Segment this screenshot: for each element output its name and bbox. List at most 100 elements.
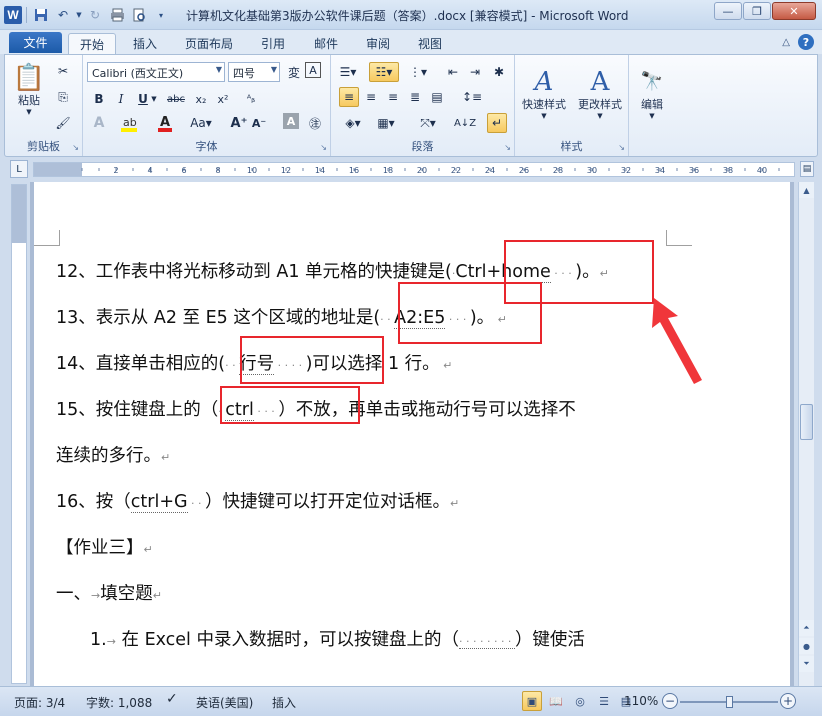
italic-icon[interactable]: I	[111, 89, 131, 109]
font-size-combo[interactable]: 四号 ▼	[228, 62, 280, 82]
sort-icon[interactable]: A↓Z	[454, 113, 476, 133]
minimize-icon[interactable]: —	[714, 2, 742, 20]
view-ruler-icon[interactable]: ▤	[800, 161, 814, 177]
close-icon[interactable]: ✕	[772, 2, 816, 20]
font-color-icon[interactable]: A	[155, 113, 175, 133]
zoom-slider[interactable]	[680, 696, 778, 708]
ruler-number: 22	[451, 166, 461, 175]
strikethrough-icon[interactable]: abc	[163, 89, 189, 109]
paste-button[interactable]: 📋 粘贴 ▼	[11, 59, 47, 121]
vertical-scrollbar[interactable]: ▲ ⏶ ● ⏷	[798, 182, 814, 686]
show-formatting-marks-icon[interactable]: ↵	[487, 113, 507, 133]
grow-font-icon[interactable]: A⁺	[229, 113, 249, 133]
word-logo-icon[interactable]: W	[4, 6, 22, 24]
text-effects-icon[interactable]: A	[89, 113, 109, 133]
editing-button[interactable]: 🔭 编辑 ▼	[633, 59, 671, 129]
tab-page-layout[interactable]: 页面布局	[177, 33, 241, 54]
vertical-ruler[interactable]	[11, 184, 27, 684]
word-count[interactable]: 字数: 1,088	[86, 694, 152, 711]
doc-line[interactable]: 【作业三】↵	[56, 534, 153, 559]
web-layout-icon[interactable]: ◎	[570, 691, 590, 711]
tab-references[interactable]: 引用	[251, 33, 295, 54]
shrink-font-icon[interactable]: A⁻	[249, 113, 269, 133]
minimize-ribbon-icon[interactable]: △	[782, 37, 790, 48]
help-icon[interactable]: ?	[798, 34, 814, 50]
superscript-icon[interactable]: x²	[213, 89, 233, 109]
clipboard-launcher-icon[interactable]: ↘	[72, 143, 79, 152]
font-launcher-icon[interactable]: ↘	[320, 143, 327, 152]
format-painter-icon[interactable]: 🖌	[53, 113, 73, 133]
scroll-thumb[interactable]	[800, 404, 813, 440]
customize-qat-icon[interactable]: ▾	[151, 5, 171, 25]
justify-icon[interactable]: ≣	[405, 87, 425, 107]
cut-icon[interactable]: ✂	[53, 61, 73, 81]
character-shading-icon[interactable]: A	[283, 113, 299, 129]
clear-formatting-icon[interactable]: ᴬᵦ	[241, 89, 261, 109]
outline-view-icon[interactable]: ☰	[594, 691, 614, 711]
tab-view[interactable]: 视图	[408, 33, 452, 54]
doc-line[interactable]: 16、按（ctrl+G · · ）快捷键可以打开定位对话框。↵	[56, 488, 459, 513]
zoom-level[interactable]: 110%	[624, 694, 658, 708]
zoom-slider-thumb[interactable]	[726, 696, 734, 708]
print-icon[interactable]	[107, 5, 127, 25]
undo-dropdown-icon[interactable]: ▼	[75, 5, 83, 25]
tab-home[interactable]: 开始	[68, 33, 116, 54]
chinese-layout-icon[interactable]: ✱	[489, 62, 509, 82]
browse-object-icon[interactable]: ●	[799, 638, 814, 654]
document-page[interactable]: 12、工作表中将光标移动到 A1 单元格的快捷键是(·Ctrl+home · ·…	[34, 182, 790, 686]
decrease-indent-icon[interactable]: ⇤	[443, 62, 463, 82]
horizontal-ruler[interactable]: 2 4 6 8 10 12 14 16 18 20 22 24 26 28 30 32 34 36 38 40	[33, 162, 795, 177]
previous-page-icon[interactable]: ⏶	[799, 620, 814, 636]
line-spacing-icon[interactable]: ↕≡	[459, 87, 485, 107]
align-right-icon[interactable]: ≡	[383, 87, 403, 107]
print-layout-view-icon[interactable]: ▣	[522, 691, 542, 711]
language-indicator[interactable]: 英语(美国)	[196, 694, 253, 711]
proofing-icon[interactable]: ✓	[166, 691, 178, 707]
restore-icon[interactable]: ❐	[743, 2, 771, 20]
page-indicator[interactable]: 页面: 3/4	[14, 694, 65, 711]
change-case-icon[interactable]: Aa▾	[187, 113, 215, 133]
zoom-in-icon[interactable]: +	[780, 693, 796, 709]
full-screen-reading-icon[interactable]: 📖	[546, 691, 566, 711]
print-preview-icon[interactable]	[129, 5, 149, 25]
borders-icon[interactable]: ▦▾	[373, 113, 399, 133]
next-page-icon[interactable]: ⏷	[799, 656, 814, 672]
undo-icon[interactable]: ↶	[53, 5, 73, 25]
text-direction-icon[interactable]: ⤧▾	[415, 113, 441, 133]
underline-dropdown-icon[interactable]: ▼	[149, 89, 159, 109]
numbering-icon[interactable]: ☷▾	[369, 62, 399, 82]
doc-line[interactable]: 连续的多行。↵	[56, 442, 170, 467]
tab-insert[interactable]: 插入	[123, 33, 167, 54]
enclose-characters-icon[interactable]: ㊟	[305, 113, 325, 133]
character-border-icon[interactable]: A	[305, 62, 321, 78]
increase-indent-icon[interactable]: ⇥	[465, 62, 485, 82]
quick-styles-button[interactable]: A 快速样式 ▼	[517, 59, 571, 129]
tab-mailings[interactable]: 邮件	[304, 33, 348, 54]
multilevel-list-icon[interactable]: ⋮▾	[405, 62, 431, 82]
change-styles-button[interactable]: A 更改样式 ▼	[573, 59, 627, 129]
align-center-icon[interactable]: ≡	[361, 87, 381, 107]
tab-review[interactable]: 审阅	[356, 33, 400, 54]
phonetic-guide-icon[interactable]: 変	[284, 62, 304, 82]
font-name-combo[interactable]: Calibri (西文正文) ▼	[87, 62, 225, 82]
insert-mode[interactable]: 插入	[272, 694, 296, 711]
line-text: 连续的多行。	[56, 446, 161, 466]
copy-icon[interactable]: ⎘	[53, 87, 73, 107]
bold-icon[interactable]: B	[89, 89, 109, 109]
redo-icon[interactable]: ↻	[85, 5, 105, 25]
highlight-icon[interactable]: ab	[119, 113, 139, 133]
doc-line[interactable]: 一、→填空题↵	[56, 580, 162, 605]
subscript-icon[interactable]: x₂	[191, 89, 211, 109]
paragraph-launcher-icon[interactable]: ↘	[504, 143, 511, 152]
save-icon[interactable]	[31, 5, 51, 25]
shading-icon[interactable]: ◈▾	[339, 113, 367, 133]
scroll-up-icon[interactable]: ▲	[799, 182, 814, 198]
tab-selector-icon[interactable]: L	[10, 160, 28, 178]
doc-line[interactable]: 1.→ 在 Excel 中录入数据时，可以按键盘上的（· · · · · · ·…	[90, 626, 585, 651]
tab-file[interactable]: 文件	[9, 32, 62, 53]
distributed-icon[interactable]: ▤	[427, 87, 447, 107]
zoom-out-icon[interactable]: −	[662, 693, 678, 709]
align-left-icon[interactable]: ≡	[339, 87, 359, 107]
bullets-icon[interactable]: ☰▾	[335, 62, 361, 82]
styles-launcher-icon[interactable]: ↘	[618, 143, 625, 152]
